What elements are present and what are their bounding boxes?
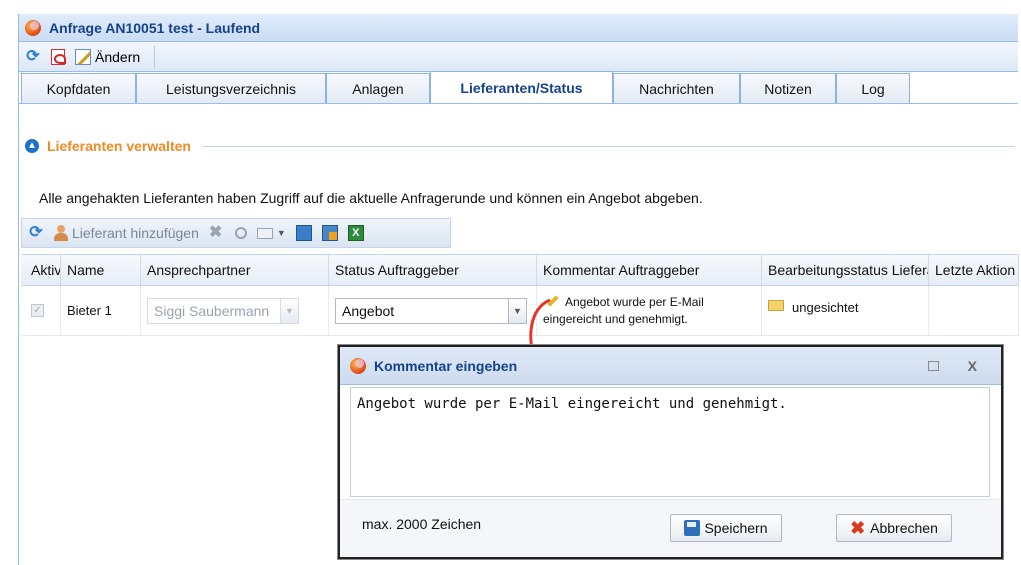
last-action-cell	[929, 286, 1019, 335]
column-header-comment[interactable]: Kommentar Auftraggeber	[537, 255, 762, 285]
grid-refresh-icon[interactable]: ⟳	[28, 225, 44, 241]
section-header: ▲ Lieferanten verwalten	[25, 138, 1015, 154]
status-cell: Angebot ▼	[329, 286, 537, 335]
tab-nachrichten[interactable]: Nachrichten	[613, 73, 740, 103]
section-title: Lieferanten verwalten	[47, 138, 191, 154]
column-header-active[interactable]: Aktiv	[21, 255, 61, 285]
contact-value: Siggi Saubermann	[154, 302, 270, 319]
comment-textarea[interactable]: Angebot wurde per E-Mail eingereicht und…	[350, 387, 990, 497]
window-title: Anfrage AN10051 test - Laufend	[49, 19, 261, 36]
processing-status-cell: ungesichtet	[762, 286, 929, 335]
comment-line-1: Angebot wurde per E-Mail	[543, 294, 704, 311]
status-combobox[interactable]: Angebot ▼	[335, 297, 527, 324]
info-text: Alle angehakten Lieferanten haben Zugrif…	[39, 190, 703, 206]
collapse-icon[interactable]: ▲	[25, 139, 39, 153]
edit-icon	[75, 48, 91, 65]
user-icon	[54, 225, 68, 241]
active-cell: ✓	[21, 286, 61, 335]
cancel-button[interactable]: ✖ Abbrechen	[836, 514, 952, 542]
excel-icon[interactable]: X	[347, 225, 364, 241]
cancel-button-label: Abbrechen	[870, 520, 938, 536]
window-titlebar: Anfrage AN10051 test - Laufend	[19, 14, 1018, 42]
refresh-icon[interactable]: ⟳	[25, 48, 41, 65]
edit-button-label: Ändern	[95, 48, 141, 65]
main-toolbar: ⟳ Ändern	[19, 42, 1018, 72]
grid-toolbar: ⟳ Lieferant hinzufügen ✖ ▼ X	[21, 218, 451, 248]
toolbar-separator	[154, 45, 156, 68]
maximize-icon[interactable]	[928, 361, 939, 371]
envelope-icon	[768, 300, 784, 311]
column-header-contact[interactable]: Ansprechpartner	[141, 255, 329, 285]
dialog-footer: max. 2000 Zeichen Speichern ✖ Abbrechen	[340, 499, 1001, 557]
mail-icon[interactable]	[256, 227, 273, 239]
processing-status-text: ungesichtet	[792, 300, 859, 315]
add-supplier-label: Lieferant hinzufügen	[72, 225, 199, 241]
save-icon	[684, 520, 701, 536]
export-icon[interactable]	[295, 225, 312, 241]
save-button[interactable]: Speichern	[670, 514, 782, 542]
section-divider	[202, 145, 1015, 147]
tab-anlagen[interactable]: Anlagen	[326, 73, 430, 103]
comment-cell[interactable]: Angebot wurde per E-Mail eingereicht und…	[537, 286, 762, 335]
chevron-down-icon: ▼	[280, 298, 298, 323]
column-header-name[interactable]: Name	[61, 255, 141, 285]
app-logo-icon	[350, 357, 366, 374]
comment-text-1: Angebot wurde per E-Mail	[565, 294, 704, 309]
pdf-icon[interactable]	[51, 48, 66, 65]
column-header-processing-status[interactable]: Bearbeitungsstatus Lieferant	[762, 255, 929, 285]
delete-icon[interactable]: ✖	[209, 225, 225, 241]
tab-leistungsverzeichnis[interactable]: Leistungsverzeichnis	[136, 73, 326, 103]
dialog-title: Kommentar eingeben	[374, 357, 518, 374]
save-button-label: Speichern	[704, 520, 768, 536]
contact-combobox: Siggi Saubermann ▼	[147, 297, 299, 324]
contact-cell: Siggi Saubermann ▼	[141, 286, 329, 335]
tab-bar: Kopfdaten Leistungsverzeichnis Anlagen L…	[19, 71, 1018, 104]
export-report-icon[interactable]	[321, 225, 338, 241]
active-checkbox[interactable]: ✓	[31, 304, 44, 317]
name-cell: Bieter 1	[61, 286, 141, 335]
tab-log[interactable]: Log	[836, 73, 910, 103]
column-header-last-action[interactable]: Letzte Aktion	[929, 255, 1019, 285]
comment-dialog: Kommentar eingeben X Angebot wurde per E…	[338, 345, 1003, 559]
cancel-icon: ✖	[850, 518, 866, 538]
app-logo-icon	[25, 19, 41, 36]
max-chars-label: max. 2000 Zeichen	[362, 516, 482, 532]
tab-kopfdaten[interactable]: Kopfdaten	[21, 73, 136, 103]
comment-text-2: eingereicht und genehmigt.	[543, 311, 688, 326]
tab-notizen[interactable]: Notizen	[740, 73, 836, 103]
grid-header: Aktiv Name Ansprechpartner Status Auftra…	[21, 254, 1019, 286]
close-icon[interactable]: X	[968, 358, 977, 374]
column-header-status[interactable]: Status Auftraggeber	[329, 255, 537, 285]
search-icon[interactable]	[234, 227, 247, 239]
mail-dropdown-icon[interactable]: ▼	[277, 228, 286, 238]
tab-lieferanten-status[interactable]: Lieferanten/Status	[430, 71, 613, 103]
edit-button[interactable]: Ändern	[75, 48, 141, 65]
add-supplier-button[interactable]: Lieferant hinzufügen	[54, 225, 199, 241]
dialog-titlebar: Kommentar eingeben X	[340, 347, 1001, 385]
status-value: Angebot	[342, 302, 395, 319]
